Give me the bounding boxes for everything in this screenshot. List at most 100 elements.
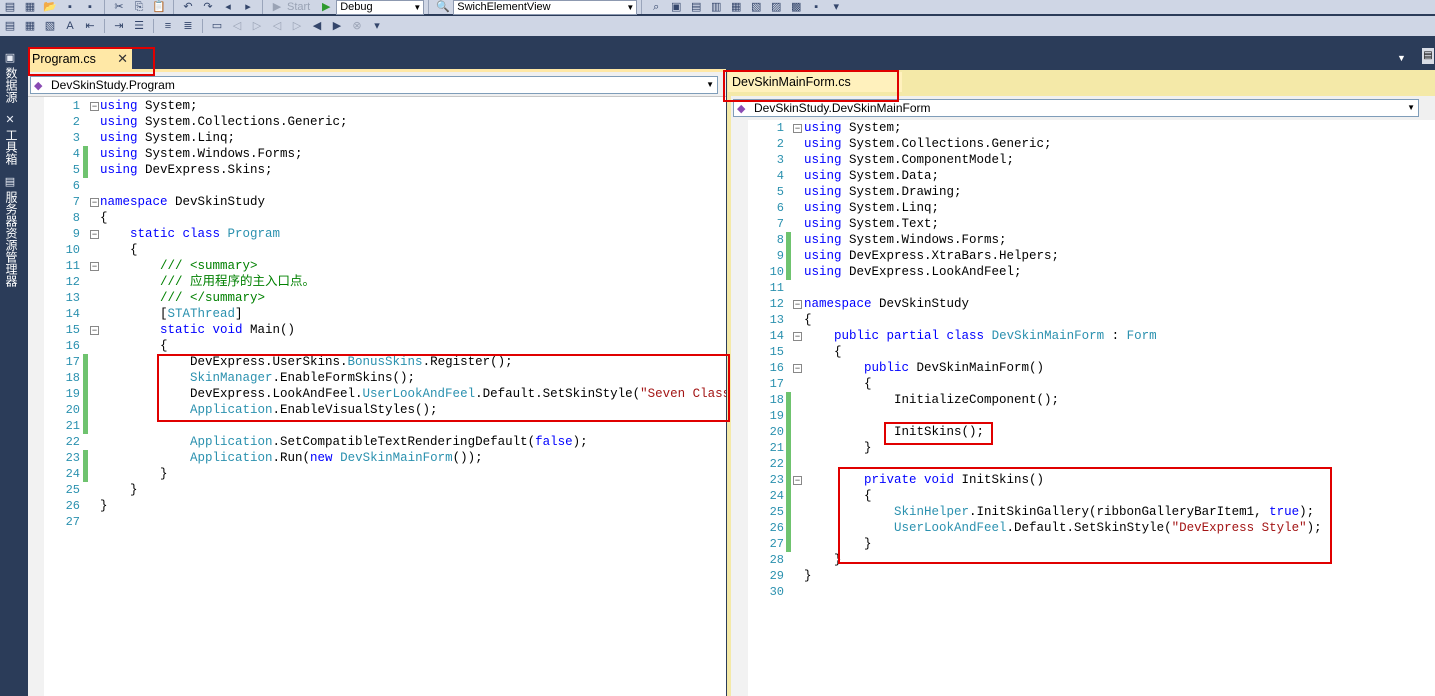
class-view-icon[interactable]: ▧: [748, 0, 764, 14]
indicator-margin: [28, 97, 44, 696]
toolbar-options-icon[interactable]: ▾: [369, 19, 385, 33]
line-number: 23: [769, 473, 784, 487]
find-in-files-icon[interactable]: 🔍: [435, 0, 451, 14]
object-browser-icon[interactable]: ▥: [708, 0, 724, 14]
start-icon[interactable]: ▶: [269, 0, 285, 14]
navigate-back-icon[interactable]: ◂: [220, 0, 236, 14]
collapse-outline-icon[interactable]: −: [793, 476, 802, 485]
code-line: static void Main(): [100, 322, 295, 338]
toolbar-separator: [104, 19, 105, 33]
display-word-completion-icon[interactable]: A: [62, 19, 78, 33]
start-page-icon[interactable]: ▨: [768, 0, 784, 14]
paste-icon[interactable]: 📋: [151, 0, 167, 14]
start-label[interactable]: Start: [287, 1, 310, 13]
active-files-dropdown-icon[interactable]: ▼: [1397, 53, 1406, 63]
add-item-icon[interactable]: ▦: [22, 0, 38, 14]
changed-line-marker: [786, 472, 791, 488]
sidebar-tab-server-explorer[interactable]: 服务器资源管理器: [2, 191, 19, 287]
changed-line-marker: [786, 504, 791, 520]
decrease-indent-icon[interactable]: ⇤: [82, 19, 98, 33]
collapse-outline-icon[interactable]: −: [793, 332, 802, 341]
line-number: 15: [65, 323, 80, 337]
code-token: System.Collections.Generic;: [137, 115, 348, 129]
changed-line-marker: [83, 146, 88, 162]
code-line: using System.Windows.Forms;: [100, 146, 303, 162]
properties-icon[interactable]: ▤: [688, 0, 704, 14]
new-project-icon[interactable]: ▤: [2, 0, 18, 14]
left-type-dropdown[interactable]: ◆ DevSkinStudy.Program ▼: [30, 76, 718, 94]
comment-lines-icon[interactable]: ≡: [160, 19, 176, 33]
increase-indent-icon[interactable]: ⇥: [111, 19, 127, 33]
code-line: {: [804, 344, 842, 360]
solution-configuration-combo[interactable]: Debug ▼: [336, 0, 425, 15]
collapse-outline-icon[interactable]: −: [793, 364, 802, 373]
code-line: public DevSkinMainForm(): [804, 360, 1044, 376]
find-icon[interactable]: ⌕: [648, 0, 664, 14]
line-number: 29: [769, 569, 784, 583]
open-file-icon[interactable]: 📂: [42, 0, 58, 14]
code-line: Application.SetCompatibleTextRenderingDe…: [100, 434, 588, 450]
navigate-forward-icon[interactable]: ▸: [240, 0, 256, 14]
toolbar-separator: [173, 0, 174, 14]
code-token: {: [100, 339, 168, 353]
start-debugging-icon[interactable]: ▶: [318, 0, 334, 14]
toolbar-options-icon[interactable]: ▾: [828, 0, 844, 14]
uncomment-lines-icon[interactable]: ≣: [180, 19, 196, 33]
more-windows-icon[interactable]: ▪: [808, 0, 824, 14]
save-icon[interactable]: ▪: [62, 0, 78, 14]
previous-bookmark-icon[interactable]: ◁: [229, 19, 245, 33]
class-icon: ◆: [737, 103, 746, 115]
code-token: using: [804, 217, 842, 231]
toggle-bookmark-icon[interactable]: ▭: [209, 19, 225, 33]
next-bookmark-in-document-icon[interactable]: ▶: [329, 19, 345, 33]
changed-line-marker: [83, 418, 88, 434]
extension-manager-icon[interactable]: ▩: [788, 0, 804, 14]
find-combo[interactable]: SwichElementView ▼: [453, 0, 638, 15]
previous-bookmark-in-folder-icon[interactable]: ◁: [269, 19, 285, 33]
toolbar-separator: [262, 0, 263, 14]
collapse-outline-icon[interactable]: −: [90, 262, 99, 271]
code-line: Application.Run(new DevSkinMainForm());: [100, 450, 483, 466]
sidebar-tab-toolbox[interactable]: 工具箱: [2, 129, 19, 165]
right-code-editor[interactable]: 1− using System; 2 using System.Collections…: [748, 120, 1435, 696]
code-token: using: [100, 115, 138, 129]
code-token: DevExpress.Skins;: [137, 163, 273, 177]
previous-bookmark-in-document-icon[interactable]: ◀: [309, 19, 325, 33]
collapse-outline-icon[interactable]: −: [90, 230, 99, 239]
code-line: }: [804, 568, 812, 584]
right-indicator-margin: [731, 120, 748, 696]
line-number: 26: [65, 499, 80, 513]
code-token: :: [1104, 329, 1127, 343]
line-number: 10: [65, 243, 80, 257]
undo-icon[interactable]: ↶: [180, 0, 196, 14]
next-bookmark-icon[interactable]: ▷: [249, 19, 265, 33]
outdent-icon[interactable]: ☰: [131, 19, 147, 33]
toolbox-icon[interactable]: ▦: [728, 0, 744, 14]
sidebar-tab-data-sources[interactable]: 数据源: [2, 67, 19, 103]
line-number: 6: [776, 201, 784, 215]
code-token: }: [100, 467, 168, 481]
redo-icon[interactable]: ↷: [200, 0, 216, 14]
solution-explorer-icon[interactable]: ▣: [668, 0, 684, 14]
code-token: DevSkinMainForm: [991, 329, 1105, 343]
copy-icon[interactable]: ⎘: [131, 0, 147, 14]
collapse-outline-icon[interactable]: −: [90, 102, 99, 111]
display-object-member-list-icon[interactable]: ▤: [2, 19, 18, 33]
code-token: using: [804, 137, 842, 151]
document-window-icon[interactable]: ▤: [1422, 48, 1434, 64]
save-all-icon[interactable]: ▪: [82, 0, 98, 14]
clear-bookmarks-icon[interactable]: ⊗: [349, 19, 365, 33]
cut-icon[interactable]: ✂: [111, 0, 127, 14]
next-bookmark-in-folder-icon[interactable]: ▷: [289, 19, 305, 33]
right-type-value: DevSkinStudy.DevSkinMainForm: [754, 101, 931, 115]
collapse-outline-icon[interactable]: −: [90, 198, 99, 207]
code-token: using: [804, 201, 842, 215]
display-parameter-info-icon[interactable]: ▦: [22, 19, 38, 33]
collapse-outline-icon[interactable]: −: [793, 124, 802, 133]
side-toolwindow-bar: ▣ 数据源 ✕ 工具箱 ▤ 服务器资源管理器: [0, 47, 21, 696]
collapse-outline-icon[interactable]: −: [90, 326, 99, 335]
display-quick-info-icon[interactable]: ▧: [42, 19, 58, 33]
collapse-outline-icon[interactable]: −: [793, 300, 802, 309]
